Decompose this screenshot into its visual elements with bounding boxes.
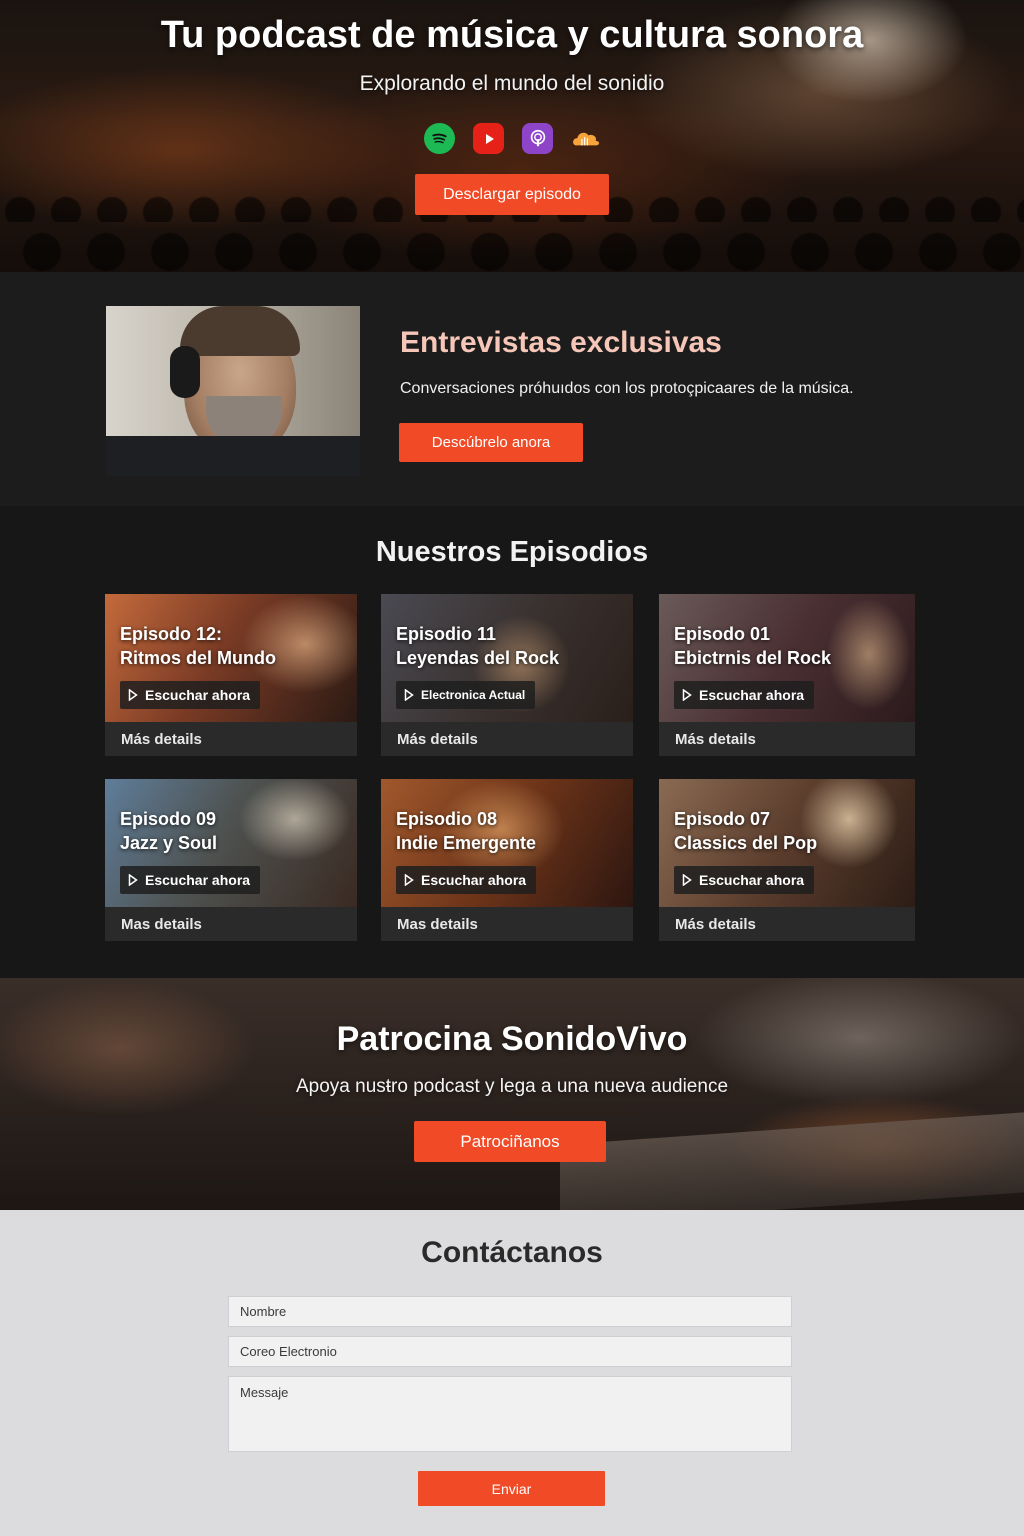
more-details-link[interactable]: Más details [675, 731, 756, 748]
sponsor-title: Patrocina SonidoVivo [336, 1020, 688, 1058]
episode-name: Leyendas del Rock [396, 648, 560, 668]
hero-section: Tu podcast de música y cultura sonora Ex… [0, 0, 1024, 272]
play-icon [128, 874, 138, 886]
sponsor-button[interactable]: Patrociñanos [414, 1121, 606, 1162]
listen-button[interactable]: Escuchar ahora [120, 681, 261, 709]
episode-number: Episodo 12: [120, 624, 223, 644]
episode-card[interactable]: Episodio 08 Indie Emergente Escuchar aho… [381, 779, 633, 941]
episodes-section: Nuestros Episodios Episodo 12: Ritmos de… [0, 506, 1024, 978]
message-field[interactable] [228, 1376, 792, 1452]
episode-name: Jazz y Soul [120, 833, 218, 853]
play-icon [404, 689, 414, 701]
play-icon [682, 689, 692, 701]
listen-button[interactable]: Escuchar ahora [120, 866, 261, 894]
interview-photo [106, 306, 360, 476]
contact-title: Contáctanos [421, 1236, 603, 1269]
listen-label: Escuchar ahora [699, 687, 805, 703]
send-button[interactable]: Enviar [418, 1471, 605, 1506]
episode-number: Episodio 08 [396, 809, 498, 829]
spotify-icon[interactable] [424, 123, 455, 154]
more-details-link[interactable]: Más details [397, 731, 478, 748]
download-episode-button[interactable]: Desclargar episodo [415, 174, 609, 215]
episode-card[interactable]: Episodio 11 Leyendas del Rock Electronic… [381, 594, 633, 756]
episode-card[interactable]: Episodo 09 Jazz y Soul Escuchar ahora Ma… [105, 779, 357, 941]
apple-podcasts-icon[interactable] [522, 123, 553, 154]
episode-title: Episodio 11 Leyendas del Rock [396, 622, 626, 670]
sponsor-section: Patrocina SonidoVivo Apoya nusŧro podcas… [0, 978, 1024, 1210]
episode-title: Episodo 01 Ebictrnis del Rock [674, 622, 904, 670]
headphones-icon [170, 346, 200, 398]
contact-section: Contáctanos Enviar [0, 1210, 1024, 1536]
more-details-link[interactable]: Mas details [121, 916, 202, 933]
episode-number: Episodio 11 [396, 624, 497, 644]
episode-title: Episodo 07 Classics del Pop [674, 807, 904, 855]
episode-card[interactable]: Episodo 12: Ritmos del Mundo Escuchar ah… [105, 594, 357, 756]
youtube-icon[interactable] [473, 123, 504, 154]
episode-name: Ebictrnis del Rock [674, 648, 832, 668]
discover-button[interactable]: Descúbrelo anora [399, 423, 583, 462]
sponsor-description: Apoya nusŧro podcast y lega a una nueva … [295, 1076, 729, 1097]
photo-hair [180, 306, 300, 356]
episode-title: Episodo 12: Ritmos del Mundo [120, 622, 350, 670]
episode-title: Episodo 09 Jazz y Soul [120, 807, 350, 855]
episode-number: Episodo 01 [674, 624, 771, 644]
hero-title: Tu podcast de música y cultura sonora [160, 14, 864, 56]
play-icon [404, 874, 414, 886]
episode-number: Episodo 09 [120, 809, 217, 829]
more-details-link[interactable]: Mas details [397, 916, 478, 933]
listen-label: Escuchar ahora [145, 872, 251, 888]
platform-links [424, 123, 602, 154]
listen-label: Electronica Actual [421, 688, 526, 702]
listen-label: Escuchar ahora [421, 872, 527, 888]
episode-card[interactable]: Episodo 07 Classics del Pop Escuchar aho… [659, 779, 915, 941]
episodes-title: Nuestros Episodios [375, 536, 649, 568]
hero-subtitle: Explorando el mundo del sonidio [359, 72, 665, 95]
listen-label: Escuchar ahora [145, 687, 251, 703]
episode-number: Episodo 07 [674, 809, 771, 829]
listen-button[interactable]: Electronica Actual [396, 681, 536, 709]
interviews-section: Entrevistas exclusivas Conversaciones pr… [0, 272, 1024, 506]
listen-label: Escuchar ahora [699, 872, 805, 888]
listen-button[interactable]: Escuchar ahora [674, 866, 815, 894]
interviews-title: Entrevistas exclusivas [400, 326, 722, 359]
episode-name: Classics del Pop [674, 833, 818, 853]
episode-name: Ritmos del Mundo [120, 648, 276, 668]
play-icon [682, 874, 692, 886]
play-icon [128, 689, 138, 701]
episode-name: Indie Emergente [396, 833, 537, 853]
mixing-console-background [560, 1111, 1024, 1210]
soundcloud-icon[interactable] [571, 123, 602, 154]
email-field[interactable] [228, 1336, 792, 1367]
more-details-link[interactable]: Más details [121, 731, 202, 748]
episode-title: Episodio 08 Indie Emergente [396, 807, 626, 855]
listen-button[interactable]: Escuchar ahora [674, 681, 815, 709]
photo-shirt [106, 436, 360, 476]
name-field[interactable] [228, 1296, 792, 1327]
listen-button[interactable]: Escuchar ahora [396, 866, 537, 894]
episode-card[interactable]: Episodo 01 Ebictrnis del Rock Escuchar a… [659, 594, 915, 756]
more-details-link[interactable]: Más details [675, 916, 756, 933]
interviews-description: Conversaciones próhuıdos con los protoçp… [400, 380, 854, 397]
